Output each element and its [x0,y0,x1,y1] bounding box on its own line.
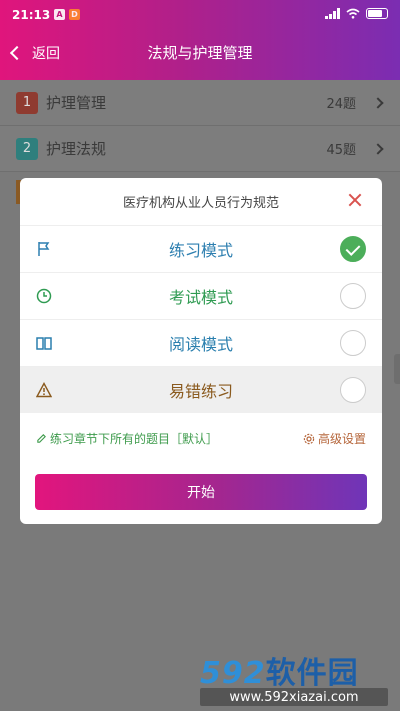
watermark-logo: 592软件园 www.592xiazai.com [198,646,398,710]
chapter-label: 护理管理 [46,94,107,112]
notification-icon: A [54,9,65,20]
watermark-brand: 592软件园 [200,656,359,691]
mode-error-practice[interactable]: 易错练习 [20,366,382,413]
close-icon[interactable] [348,193,362,207]
chapter-number: 2 [16,137,38,160]
mode-reading[interactable]: 阅读模式 [20,319,382,366]
advanced-settings-button[interactable]: 高级设置 [303,430,366,447]
signal-icon [325,8,340,19]
mode-label: 易错练习 [168,382,233,401]
mode-label: 考试模式 [168,288,233,307]
advanced-label: 高级设置 [317,432,366,446]
battery-icon [366,8,388,19]
notification-icon: D [69,9,80,20]
flag-icon [38,242,50,256]
side-handle[interactable] [394,354,400,384]
question-count: 24题 [326,97,356,112]
chapter-label: 护理法规 [46,140,107,158]
dialog-title: 医疗机构从业人员行为规范 [122,196,279,211]
pencil-icon [37,434,46,443]
radio-unselected[interactable] [340,330,366,356]
scope-text: 练习章节下所有的题目［默认］ [50,432,219,446]
chevron-right-icon [372,142,384,155]
system-icons [325,8,388,19]
gear-icon [303,433,315,444]
radio-unselected[interactable] [340,283,366,309]
notification-icons: A D [54,9,80,20]
chapter-list: 1 护理管理 24题 2 护理法规 45题 [0,80,400,172]
warning-icon [36,382,52,398]
chapter-number: 1 [16,91,38,114]
radio-selected[interactable] [340,236,366,262]
status-bar: 21:13 A D [0,0,400,28]
mode-exam[interactable]: 考试模式 [20,272,382,319]
mode-label: 阅读模式 [168,335,233,354]
clock-icon [36,288,52,304]
book-icon [36,337,52,350]
wifi-icon [346,8,360,19]
scope-selector[interactable]: 练习章节下所有的题目［默认］ [36,430,218,447]
practice-mode-dialog: 医疗机构从业人员行为规范 练习模式 考试模式 阅读模式 易错练习 练习章节下所有… [20,178,382,524]
app-header: 21:13 A D 返回 法规与护理管理 [0,0,400,80]
start-button[interactable]: 开始 [35,474,367,510]
chevron-right-icon [372,96,384,109]
list-item[interactable]: 1 护理管理 24题 [0,80,400,126]
question-count: 45题 [326,143,356,158]
watermark-url: www.592xiazai.com [200,688,388,706]
mode-practice[interactable]: 练习模式 [20,225,382,272]
status-time: 21:13 [12,8,51,22]
radio-unselected[interactable] [340,377,366,403]
page-title: 法规与护理管理 [147,44,253,62]
mode-label: 练习模式 [168,241,233,260]
list-item[interactable]: 2 护理法规 45题 [0,126,400,172]
